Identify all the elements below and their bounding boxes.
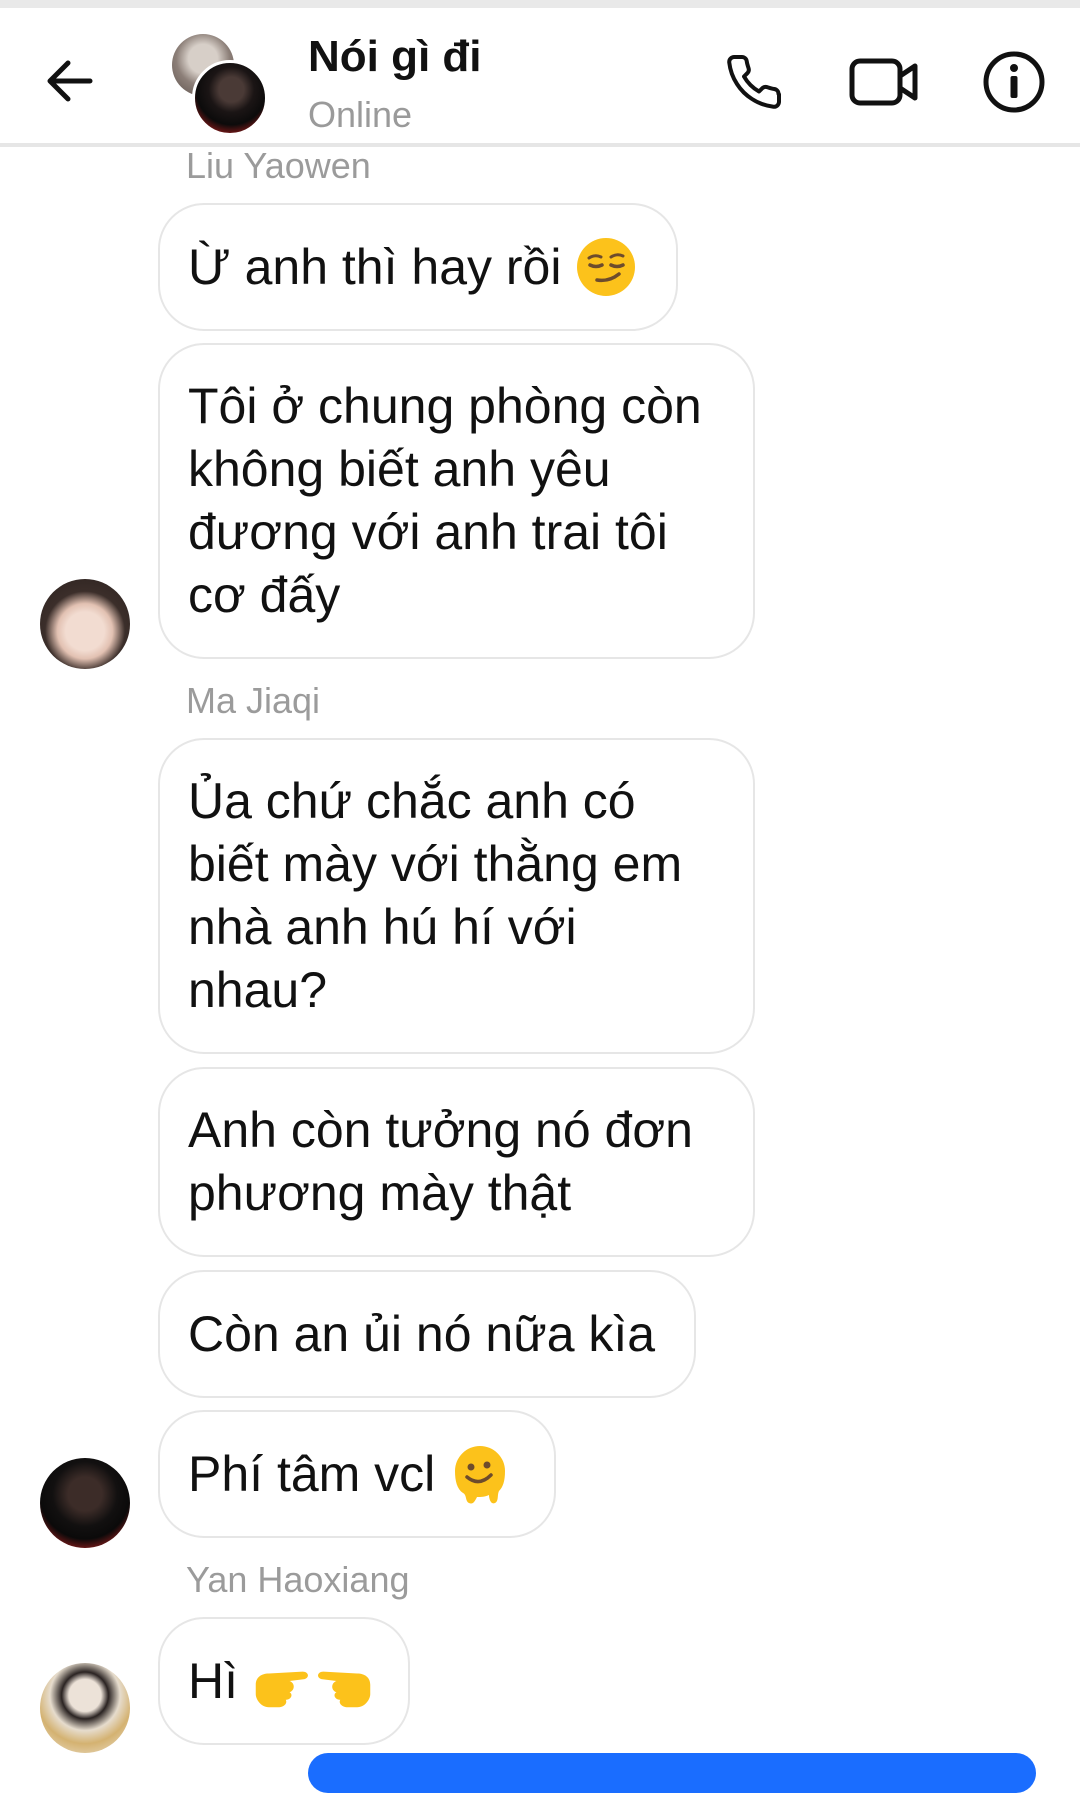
info-icon	[983, 51, 1045, 113]
chat-title[interactable]: Nói gì đi	[308, 32, 482, 82]
chat-header: Nói gì đi Online	[0, 8, 1080, 144]
chat-status: Online	[308, 94, 413, 135]
message-text: Anh còn tưởng nó đơn phương mày thật	[188, 1102, 693, 1221]
avatar[interactable]	[40, 1663, 130, 1753]
voice-call-button[interactable]	[718, 46, 790, 118]
message-text: Ừ anh thì hay rồi	[188, 238, 562, 295]
avatar[interactable]	[40, 579, 130, 669]
sender-name: Liu Yaowen	[186, 145, 371, 186]
group-avatar-front	[192, 60, 268, 136]
avatar[interactable]	[40, 1458, 130, 1548]
header-divider	[0, 143, 1080, 147]
message-bubble[interactable]: Anh còn tưởng nó đơn phương mày thật	[158, 1067, 755, 1257]
info-button[interactable]	[978, 46, 1050, 118]
melting-face-emoji-icon	[455, 1446, 506, 1504]
message-bubble[interactable]: Phí tâm vcl	[158, 1410, 556, 1538]
video-call-button[interactable]	[848, 46, 920, 118]
message-text: Ủa chứ chắc anh có biết mày với thằng em…	[188, 773, 683, 1018]
phone-icon	[727, 54, 782, 109]
composer-bar-edge[interactable]	[308, 1753, 1036, 1793]
message-bubble[interactable]: Hì	[158, 1617, 410, 1745]
status-bar-edge	[0, 0, 1080, 8]
message-text: Phí tâm vcl	[188, 1445, 436, 1502]
sender-name: Yan Haoxiang	[186, 1559, 410, 1600]
message-text: Còn an ủi nó nữa kìa	[188, 1305, 656, 1362]
message-text: Hì	[188, 1652, 238, 1709]
pointing-hands-emoji-icon	[255, 1671, 371, 1708]
group-avatar[interactable]	[172, 34, 268, 136]
message-bubble[interactable]: Tôi ở chung phòng còn không biết anh yêu…	[158, 343, 755, 659]
message-bubble[interactable]: Ừ anh thì hay rồi	[158, 203, 678, 331]
smirking-face-emoji-icon	[577, 238, 636, 296]
arrow-left-icon	[47, 60, 93, 102]
back-button[interactable]	[36, 48, 102, 114]
message-bubble[interactable]: Còn an ủi nó nữa kìa	[158, 1270, 696, 1398]
video-camera-icon	[849, 58, 918, 106]
sender-name: Ma Jiaqi	[186, 680, 321, 721]
message-bubble[interactable]: Ủa chứ chắc anh có biết mày với thằng em…	[158, 738, 755, 1054]
message-text: Tôi ở chung phòng còn không biết anh yêu…	[188, 378, 702, 623]
